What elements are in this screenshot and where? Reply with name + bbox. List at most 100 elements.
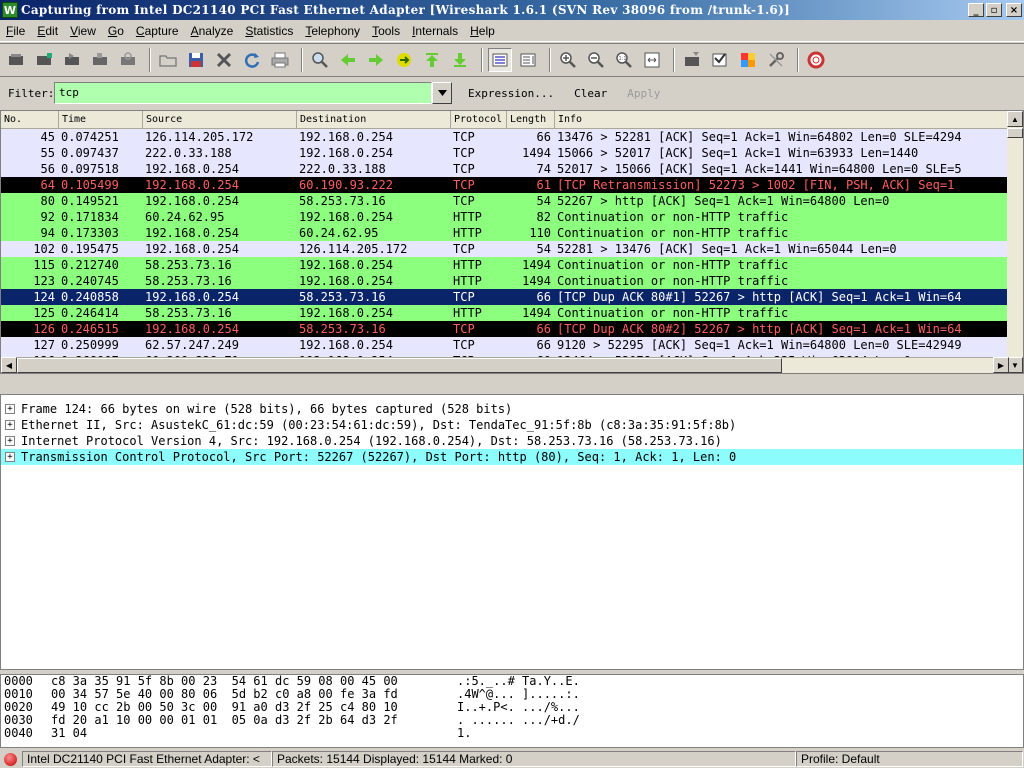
detail-ipv4[interactable]: + Internet Protocol Version 4, Src: 192.… xyxy=(1,433,1023,449)
go-to-packet-icon[interactable] xyxy=(392,48,416,72)
column-header-destination[interactable]: Destination xyxy=(297,111,451,129)
go-first-icon[interactable] xyxy=(420,48,444,72)
maximize-button[interactable]: ▫ xyxy=(986,3,1002,17)
detail-tcp[interactable]: + Transmission Control Protocol, Src Por… xyxy=(1,449,1023,465)
column-header-length[interactable]: Length xyxy=(507,111,555,129)
apply-button[interactable]: Apply xyxy=(617,87,670,100)
packet-row[interactable]: 115 0.212740 58.253.73.16 192.168.0.254 HTTP… xyxy=(1,257,1009,273)
menu-telephony[interactable]: Telephony xyxy=(299,20,366,42)
packet-cell-proto: TCP xyxy=(453,322,475,336)
menu-go[interactable]: Go xyxy=(102,20,130,42)
detail-text: Frame 124: 66 bytes on wire (528 bits), … xyxy=(21,402,513,416)
packet-details-pane: + Frame 124: 66 bytes on wire (528 bits)… xyxy=(0,394,1024,670)
packet-row[interactable]: 102 0.195475 192.168.0.254 126.114.205.172 T… xyxy=(1,241,1009,257)
column-header-protocol[interactable]: Protocol xyxy=(451,111,507,129)
packet-cell-no: 94 xyxy=(40,226,55,240)
packet-row[interactable]: 56 0.097518 192.168.0.254 222.0.33.188 TCP 74… xyxy=(1,161,1009,177)
capture-filters-icon[interactable] xyxy=(680,48,704,72)
packet-row[interactable]: 125 0.246414 58.253.73.16 192.168.0.254 HTTP… xyxy=(1,305,1009,321)
packet-cell-src: 192.168.0.254 xyxy=(145,162,239,176)
column-header-no[interactable]: No. xyxy=(1,111,59,129)
detail-ethernet[interactable]: + Ethernet II, Src: AsustekC_61:dc:59 (0… xyxy=(1,417,1023,433)
expand-icon[interactable]: + xyxy=(5,404,15,414)
scroll-up-button[interactable]: ▲ xyxy=(1007,111,1023,127)
coloring-rules-icon[interactable] xyxy=(736,48,760,72)
menu-internals[interactable]: Internals xyxy=(406,20,464,42)
expression-button[interactable]: Expression... xyxy=(458,87,564,100)
capture-status-led-icon[interactable] xyxy=(4,752,17,766)
close-file-icon[interactable] xyxy=(212,48,236,72)
capture-options-icon[interactable] xyxy=(32,48,56,72)
display-filters-icon[interactable] xyxy=(708,48,732,72)
zoom-in-icon[interactable] xyxy=(556,48,580,72)
open-file-icon[interactable] xyxy=(156,48,180,72)
filter-dropdown-button[interactable] xyxy=(432,82,452,104)
packet-row[interactable]: 80 0.149521 192.168.0.254 58.253.73.16 TCP 54… xyxy=(1,193,1009,209)
reload-icon[interactable] xyxy=(240,48,264,72)
save-file-icon[interactable] xyxy=(184,48,208,72)
detail-text: Ethernet II, Src: AsustekC_61:dc:59 (00:… xyxy=(21,418,737,432)
zoom-out-icon[interactable] xyxy=(584,48,608,72)
go-last-icon[interactable] xyxy=(448,48,472,72)
start-capture-icon[interactable] xyxy=(60,48,84,72)
auto-scroll-icon[interactable] xyxy=(516,48,540,72)
packet-cell-info: Continuation or non-HTTP traffic xyxy=(557,274,789,288)
zoom-normal-icon[interactable]: 1:1 xyxy=(612,48,636,72)
go-back-icon[interactable] xyxy=(336,48,360,72)
restart-capture-icon[interactable] xyxy=(116,48,140,72)
packet-row[interactable]: 55 0.097437 222.0.33.188 192.168.0.254 TCP 14… xyxy=(1,145,1009,161)
packet-cell-info: 13476 > 52281 [ACK] Seq=1 Ack=1 Win=6480… xyxy=(557,130,962,144)
packet-list-horizontal-scrollbar[interactable]: ◀ ▶ xyxy=(1,357,1009,373)
menu-analyze[interactable]: Analyze xyxy=(185,20,240,42)
packet-row[interactable]: 126 0.246515 192.168.0.254 58.253.73.16 TCP 6… xyxy=(1,321,1009,337)
menu-edit[interactable]: Edit xyxy=(31,20,64,42)
expand-icon[interactable]: + xyxy=(5,452,15,462)
resize-columns-icon[interactable] xyxy=(640,48,664,72)
packet-cell-dst: 192.168.0.254 xyxy=(299,274,393,288)
packet-cell-src: 192.168.0.254 xyxy=(145,242,239,256)
minimize-button[interactable]: _ xyxy=(968,3,984,17)
column-header-info[interactable]: Info xyxy=(555,111,1009,129)
scroll-left-button[interactable]: ◀ xyxy=(1,357,17,373)
menu-tools[interactable]: Tools xyxy=(366,20,406,42)
display-filter-input[interactable]: tcp xyxy=(54,82,432,104)
packet-row[interactable]: 123 0.240745 58.253.73.16 192.168.0.254 HTTP… xyxy=(1,273,1009,289)
horizontal-scroll-thumb[interactable] xyxy=(17,358,782,373)
scroll-right-button[interactable]: ▶ xyxy=(993,357,1009,373)
byte-row[interactable]: 0040 31 04 1. xyxy=(1,727,1023,740)
menu-help[interactable]: Help xyxy=(464,20,501,42)
packet-cell-dst: 192.168.0.254 xyxy=(299,130,393,144)
print-icon[interactable] xyxy=(268,48,292,72)
svg-text:1:1: 1:1 xyxy=(619,56,627,62)
close-button[interactable]: × xyxy=(1006,3,1022,17)
menu-view[interactable]: View xyxy=(64,20,102,42)
colorize-icon[interactable] xyxy=(488,48,512,72)
packet-cell-len: 66 xyxy=(536,130,551,144)
scroll-thumb[interactable] xyxy=(1007,128,1023,138)
find-packet-icon[interactable] xyxy=(308,48,332,72)
column-header-source[interactable]: Source xyxy=(143,111,297,129)
interface-list-icon[interactable] xyxy=(4,48,28,72)
packet-row[interactable]: 127 0.250999 62.57.247.249 192.168.0.254 TCP… xyxy=(1,337,1009,353)
clear-button[interactable]: Clear xyxy=(564,87,617,100)
go-forward-icon[interactable] xyxy=(364,48,388,72)
status-profile[interactable]: Profile: Default xyxy=(796,751,1023,767)
menu-file[interactable]: File xyxy=(0,20,31,42)
packet-row[interactable]: 64 0.105499 192.168.0.254 60.190.93.222 TCP 6… xyxy=(1,177,1009,193)
menu-capture[interactable]: Capture xyxy=(130,20,185,42)
scroll-down-button[interactable]: ▼ xyxy=(1007,357,1023,373)
byte-row[interactable]: 0030 fd 20 a1 10 00 00 01 01 05 0a d3 2f … xyxy=(1,714,1023,727)
detail-frame[interactable]: + Frame 124: 66 bytes on wire (528 bits)… xyxy=(1,401,1023,417)
menu-statistics[interactable]: Statistics xyxy=(239,20,299,42)
column-header-time[interactable]: Time xyxy=(59,111,143,129)
stop-capture-icon[interactable] xyxy=(88,48,112,72)
packet-row[interactable]: 45 0.074251 126.114.205.172 192.168.0.254 TC… xyxy=(1,129,1009,145)
packet-row[interactable]: 124 0.240858 192.168.0.254 58.253.73.16 TCP 6… xyxy=(1,289,1009,305)
packet-list-vertical-scrollbar[interactable]: ▲ ▼ xyxy=(1007,111,1023,373)
packet-row[interactable]: 94 0.173303 192.168.0.254 60.24.62.95 HTTP 11… xyxy=(1,225,1009,241)
preferences-icon[interactable] xyxy=(764,48,788,72)
expand-icon[interactable]: + xyxy=(5,436,15,446)
expand-icon[interactable]: + xyxy=(5,420,15,430)
help-icon[interactable] xyxy=(804,48,828,72)
packet-row[interactable]: 92 0.171834 60.24.62.95 192.168.0.254 HTTP 82… xyxy=(1,209,1009,225)
